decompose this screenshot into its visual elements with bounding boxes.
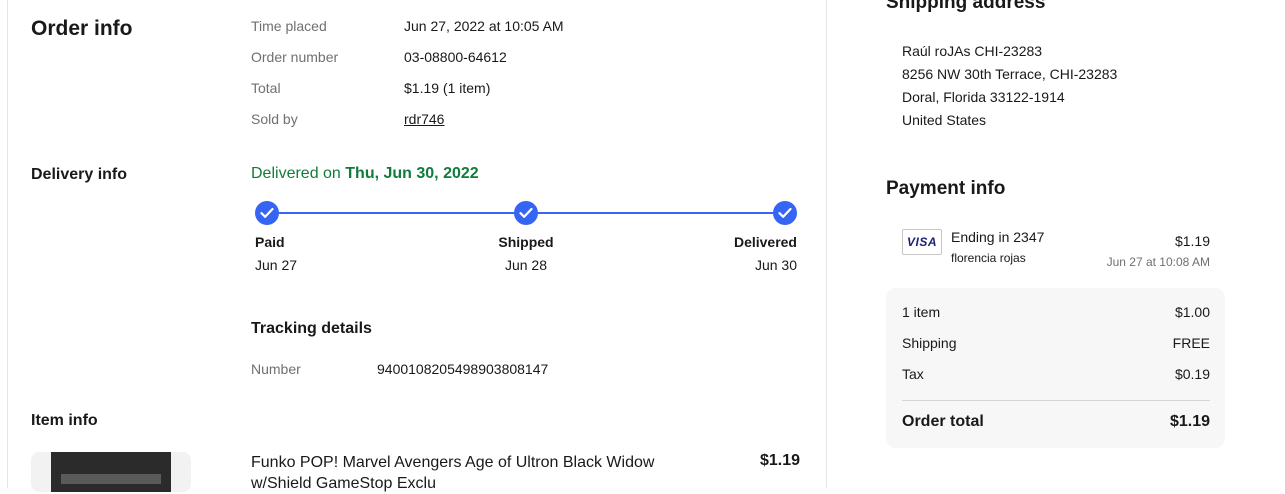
check-circle-icon	[514, 201, 538, 225]
tracking-number-label: Number	[251, 361, 301, 377]
card-holder: florencia rojas	[951, 251, 1026, 265]
order-total-label: Order total	[902, 413, 984, 430]
step-delivered-date: Jun 30	[754, 257, 797, 273]
payment-info-heading: Payment info	[886, 178, 1006, 199]
card-brand: VISA	[907, 235, 938, 249]
summary-tax-label: Tax	[902, 366, 924, 382]
summary-divider	[902, 400, 1210, 401]
shipping-address-heading: Shipping address	[886, 0, 1046, 13]
tracking-number-value[interactable]: 9400108205498903808147	[377, 361, 548, 377]
step-shipped-label: Shipped	[498, 234, 554, 250]
address-line: Doral, Florida 33122-1914	[902, 89, 1065, 105]
seller-link[interactable]: rdr746	[404, 111, 444, 127]
order-number-value: 03-08800-64612	[404, 49, 507, 65]
total-value: $1.19 (1 item)	[404, 80, 491, 96]
time-placed-label: Time placed	[251, 18, 327, 34]
address-line: 8256 NW 30th Terrace, CHI-23283	[902, 66, 1118, 82]
sold-by-label: Sold by	[251, 111, 298, 127]
summary-items-value: $1.00	[1174, 304, 1210, 320]
item-price: $1.19	[759, 452, 800, 469]
step-shipped-date: Jun 28	[504, 257, 548, 273]
delivery-status: Delivered on Thu, Jun 30, 2022	[251, 165, 479, 183]
delivery-info-heading: Delivery info	[31, 166, 128, 183]
item-image	[51, 452, 171, 492]
summary-items-label: 1 item	[902, 304, 941, 320]
check-circle-icon	[773, 201, 797, 225]
order-info-heading: Order info	[31, 17, 133, 40]
card-ending: Ending in 2347	[951, 229, 1045, 245]
summary-shipping-label: Shipping	[902, 335, 957, 351]
step-delivered-label: Delivered	[733, 234, 797, 250]
payment-date: Jun 27 at 10:08 AM	[1106, 255, 1210, 269]
item-title-link[interactable]: Funko POP! Marvel Avengers Age of Ultron…	[251, 452, 711, 494]
check-circle-icon	[255, 201, 279, 225]
delivery-status-prefix: Delivered on	[251, 165, 346, 182]
delivery-status-date: Thu, Jun 30, 2022	[345, 165, 479, 182]
time-placed-value: Jun 27, 2022 at 10:05 AM	[404, 18, 564, 34]
step-paid-label: Paid	[255, 234, 285, 250]
item-info-heading: Item info	[31, 412, 98, 429]
total-label: Total	[251, 80, 281, 96]
order-number-label: Order number	[251, 49, 339, 65]
address-line: Raúl roJAs CHI-23283	[902, 43, 1043, 59]
payment-amount: $1.19	[1174, 233, 1210, 249]
order-total-value: $1.19	[1169, 413, 1210, 430]
tracking-details-heading: Tracking details	[251, 320, 372, 337]
item-thumbnail[interactable]	[31, 452, 191, 492]
address-line: United States	[902, 112, 987, 128]
summary-shipping-value: FREE	[1172, 335, 1210, 351]
summary-tax-value: $0.19	[1174, 366, 1210, 382]
visa-card-icon: VISA	[902, 229, 942, 255]
step-paid-date: Jun 27	[255, 257, 298, 273]
